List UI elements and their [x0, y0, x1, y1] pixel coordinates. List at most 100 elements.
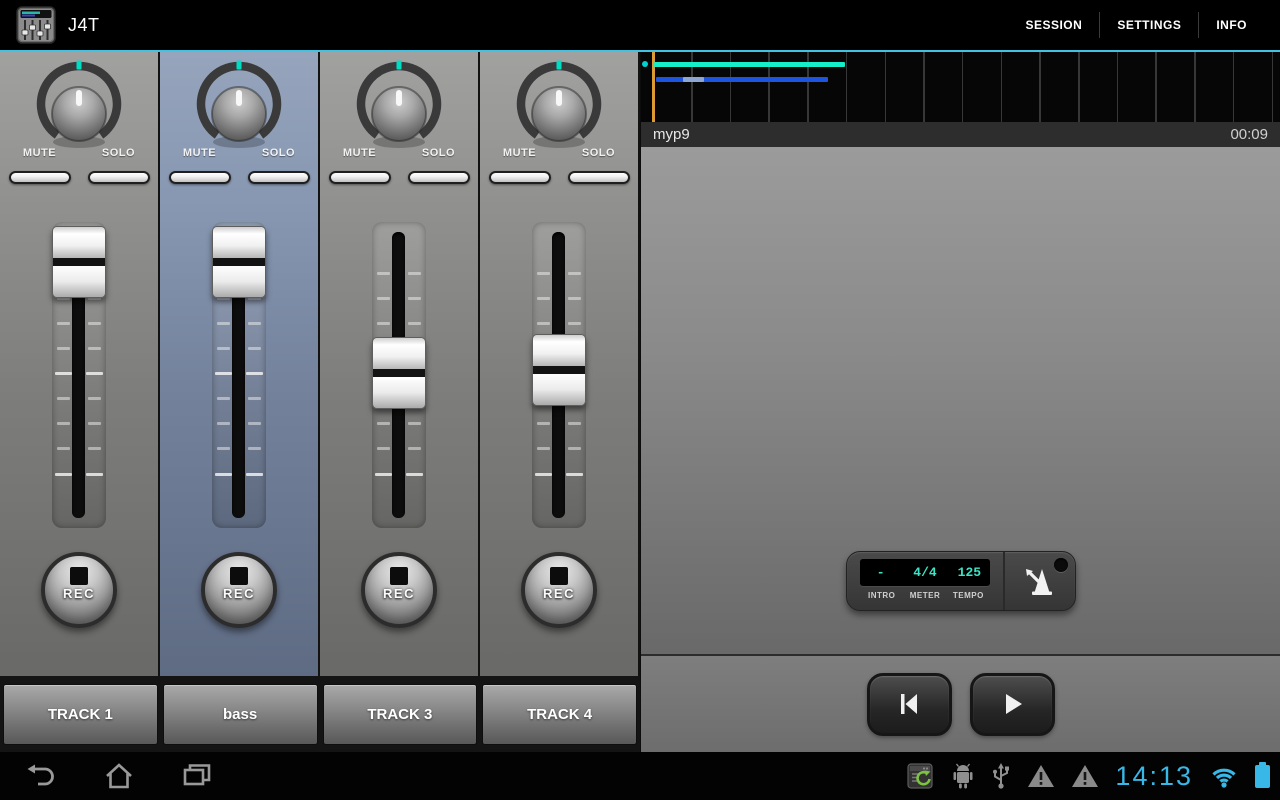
rec-stop-glyph	[70, 567, 88, 585]
app-sync-icon[interactable]	[907, 762, 935, 790]
system-tray: 14:13	[907, 761, 1270, 792]
channel-strip-3: MUTE SOLO REC	[320, 52, 480, 676]
battery-icon[interactable]	[1255, 765, 1270, 788]
pan-center-tick	[237, 61, 242, 70]
home-button[interactable]	[102, 761, 136, 791]
mute-label: MUTE	[0, 147, 79, 159]
transport-bar	[641, 656, 1280, 752]
menu-session[interactable]: SESSION	[1008, 0, 1099, 50]
mute-button[interactable]	[169, 171, 231, 184]
metronome-display-section: - 4/4 125 INTRO METER TEMPO	[847, 552, 1003, 610]
timeline-clip-track2[interactable]	[656, 77, 828, 82]
rec-button[interactable]: REC	[41, 552, 117, 628]
solo-label: SOLO	[239, 147, 318, 159]
status-clock[interactable]: 14:13	[1115, 761, 1193, 792]
play-icon	[997, 691, 1027, 717]
fader-cap[interactable]	[52, 226, 106, 298]
pan-center-tick	[77, 61, 82, 70]
intro-value: -	[860, 565, 901, 580]
timeline-gridline	[1039, 52, 1041, 122]
timeline-clip-track1[interactable]	[654, 62, 845, 67]
session-name: myp9	[653, 126, 690, 143]
usb-icon[interactable]	[991, 762, 1011, 790]
solo-button[interactable]	[568, 171, 630, 184]
tempo-label: TEMPO	[947, 591, 990, 600]
meter-value: 4/4	[901, 565, 948, 580]
channel-strip-4: MUTE SOLO REC	[480, 52, 640, 676]
timeline-gridline	[846, 52, 848, 122]
app-icon[interactable]	[16, 6, 56, 44]
metronome-toggle-button[interactable]	[1003, 552, 1075, 610]
skip-to-start-icon	[894, 691, 924, 717]
track-name-button-2[interactable]: bass	[163, 684, 318, 745]
mute-label: MUTE	[160, 147, 239, 159]
play-button[interactable]	[970, 673, 1055, 736]
channel-strip-1: MUTE SOLO REC	[0, 52, 160, 676]
timeline-gridline	[1194, 52, 1196, 122]
rec-stop-glyph	[230, 567, 248, 585]
rec-button[interactable]: REC	[521, 552, 597, 628]
fader-cap[interactable]	[212, 226, 266, 298]
pan-knob[interactable]	[0, 58, 158, 178]
action-bar-menu: SESSION SETTINGS INFO	[1008, 0, 1264, 50]
volume-fader[interactable]	[52, 222, 106, 528]
skip-to-start-button[interactable]	[867, 673, 952, 736]
wifi-icon[interactable]	[1209, 763, 1239, 789]
solo-button[interactable]	[88, 171, 150, 184]
track-name-button-1[interactable]: TRACK 1	[3, 684, 158, 745]
action-bar: J4T SESSION SETTINGS INFO	[0, 0, 1280, 50]
track-name-button-4[interactable]: TRACK 4	[482, 684, 637, 745]
tempo-value: 125	[949, 565, 990, 580]
menu-info[interactable]: INFO	[1199, 0, 1264, 50]
timeline-gridline	[885, 52, 887, 122]
track-name-button-3[interactable]: TRACK 3	[323, 684, 478, 745]
fader-cap[interactable]	[372, 337, 426, 409]
back-button[interactable]	[24, 761, 58, 791]
solo-button[interactable]	[248, 171, 310, 184]
solo-button[interactable]	[408, 171, 470, 184]
track-name-band: TRACK 1 bass TRACK 3 TRACK 4	[0, 676, 640, 752]
system-nav-bar: 14:13	[0, 752, 1280, 800]
mute-label: MUTE	[320, 147, 399, 159]
mute-label: MUTE	[480, 147, 559, 159]
pan-knob[interactable]	[160, 58, 318, 178]
record-marker-dot	[642, 61, 648, 67]
usb-debugging-icon[interactable]	[951, 762, 975, 790]
warning-icon[interactable]	[1071, 763, 1099, 789]
recents-button[interactable]	[180, 761, 214, 791]
rec-stop-glyph	[550, 567, 568, 585]
volume-fader[interactable]	[372, 222, 426, 528]
timeline[interactable]	[641, 52, 1280, 122]
timeline-gridline	[923, 52, 925, 122]
volume-fader[interactable]	[532, 222, 586, 528]
pan-knob[interactable]	[480, 58, 638, 178]
timeline-status-bar: myp9 00:09	[641, 122, 1280, 147]
elapsed-time: 00:09	[1230, 126, 1268, 143]
intro-label: INTRO	[860, 591, 903, 600]
timeline-gridline	[1117, 52, 1119, 122]
timeline-gridline	[1001, 52, 1003, 122]
metronome-lcd[interactable]: - 4/4 125	[860, 559, 990, 586]
warning-icon[interactable]	[1027, 763, 1055, 789]
mixer-panel: MUTE SOLO REC	[0, 52, 640, 752]
rec-button[interactable]: REC	[361, 552, 437, 628]
solo-label: SOLO	[559, 147, 638, 159]
rec-stop-glyph	[390, 567, 408, 585]
volume-fader[interactable]	[212, 222, 266, 528]
timeline-clip-track2[interactable]	[683, 77, 704, 82]
pan-knob[interactable]	[320, 58, 478, 178]
fader-cap[interactable]	[532, 334, 586, 406]
mute-button[interactable]	[9, 171, 71, 184]
timeline-gridline	[1233, 52, 1235, 122]
mute-button[interactable]	[329, 171, 391, 184]
timeline-gridline	[1272, 52, 1274, 122]
rec-button[interactable]: REC	[201, 552, 277, 628]
channel-strip-2: MUTE SOLO REC	[160, 52, 320, 676]
pan-center-tick	[557, 61, 562, 70]
pan-center-tick	[397, 61, 402, 70]
workspace: - 4/4 125 INTRO METER TEMPO	[641, 147, 1280, 654]
timeline-gridline	[1078, 52, 1080, 122]
menu-settings[interactable]: SETTINGS	[1100, 0, 1198, 50]
timeline-gridline	[1155, 52, 1157, 122]
mute-button[interactable]	[489, 171, 551, 184]
